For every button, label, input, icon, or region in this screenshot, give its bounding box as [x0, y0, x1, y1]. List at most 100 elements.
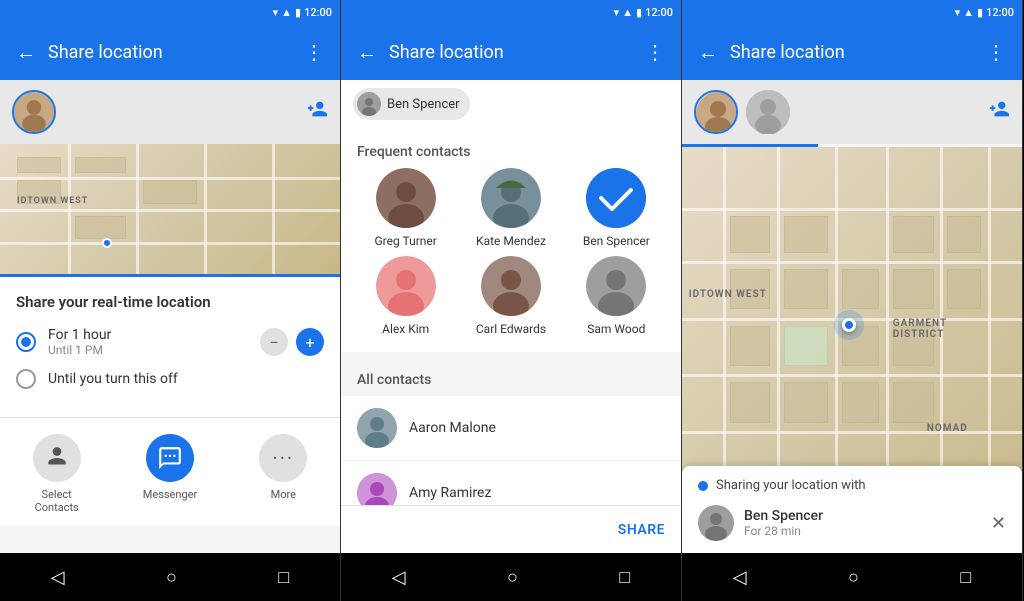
- status-time-2: 12:00: [645, 6, 673, 19]
- messenger-app[interactable]: Messenger: [113, 426, 226, 522]
- contacts-scroll[interactable]: Frequent contacts Greg Turner: [341, 128, 681, 505]
- stepper-minus[interactable]: −: [260, 328, 288, 356]
- battery-icon: ▮: [295, 6, 301, 19]
- ben-spencer-chip[interactable]: Ben Spencer: [353, 88, 470, 120]
- nav-recent-2[interactable]: □: [619, 567, 630, 588]
- contact-sam-wood[interactable]: Sam Wood: [568, 256, 665, 336]
- sharing-person-sub: For 28 min: [744, 524, 981, 538]
- ben-avatar-selected: [586, 168, 646, 228]
- contact-alex-kim[interactable]: Alex Kim: [357, 256, 454, 336]
- wifi-icon-3: ▾: [955, 6, 961, 19]
- bottom-nav-3: ◁ ○ □: [682, 553, 1022, 601]
- share-apps: SelectContacts Messenger ··· More: [0, 418, 340, 526]
- panel1-content: IDTOWN WEST Share your real-time locatio…: [0, 80, 340, 553]
- user-avatar-3: [694, 90, 738, 134]
- page-title-2: Share location: [389, 42, 633, 63]
- chip-label: Ben Spencer: [387, 97, 460, 112]
- sharing-title: Sharing your location with: [716, 478, 1006, 493]
- back-button-1[interactable]: ←: [16, 40, 36, 65]
- nav-back-2[interactable]: ◁: [392, 567, 406, 588]
- stepper-plus[interactable]: +: [296, 328, 324, 356]
- contact-ben-spencer[interactable]: Ben Spencer: [568, 168, 665, 248]
- status-icons-2: ▾ ▲ ▮ 12:00: [614, 6, 673, 19]
- frequent-header: Frequent contacts: [341, 128, 681, 168]
- carl-avatar: [481, 256, 541, 316]
- sharing-person-name: Ben Spencer: [744, 508, 981, 524]
- more-label: More: [271, 488, 296, 501]
- map-area-1: IDTOWN WEST: [0, 144, 340, 274]
- nav-home-1[interactable]: ○: [166, 567, 177, 588]
- battery-icon-3: ▮: [977, 6, 983, 19]
- greg-name: Greg Turner: [375, 234, 437, 248]
- nav-back-3[interactable]: ◁: [733, 567, 747, 588]
- contact-aaron[interactable]: Aaron Malone: [341, 396, 681, 461]
- share-button[interactable]: SHARE: [618, 522, 665, 538]
- status-bar-3: ▾ ▲ ▮ 12:00: [682, 0, 1022, 24]
- panel-2: ▾ ▲ ▮ 12:00 ← Share location ⋮ Ben Spenc…: [341, 0, 682, 601]
- nav-home-2[interactable]: ○: [507, 567, 518, 588]
- add-person-icon-3[interactable]: [988, 98, 1010, 126]
- amy-avatar: [357, 473, 397, 505]
- sharing-close-button[interactable]: ✕: [991, 513, 1006, 534]
- share-footer: SHARE: [341, 505, 681, 553]
- search-chip-row[interactable]: Ben Spencer: [341, 80, 681, 128]
- radio-selected: [16, 332, 36, 352]
- option-1-hour[interactable]: For 1 hour Until 1 PM − +: [16, 327, 324, 357]
- radio-empty: [16, 369, 36, 389]
- menu-button-1[interactable]: ⋮: [304, 40, 324, 64]
- contact-amy[interactable]: Amy Ramirez: [341, 461, 681, 505]
- alex-name: Alex Kim: [382, 322, 429, 336]
- signal-icon: ▲: [281, 6, 292, 19]
- share-title: Share your real-time location: [16, 293, 324, 311]
- option-1-label: For 1 hour Until 1 PM: [48, 327, 248, 357]
- status-time: 12:00: [304, 6, 332, 19]
- panel-1: ▾ ▲ ▮ 12:00 ← Share location ⋮: [0, 0, 341, 601]
- all-contacts-header: All contacts: [341, 360, 681, 396]
- add-person-icon-1[interactable]: [306, 98, 328, 126]
- share-section: Share your real-time location For 1 hour…: [0, 277, 340, 417]
- map-label-idtown: IDTOWN WEST: [689, 289, 767, 300]
- sharing-person-avatar: [698, 505, 734, 541]
- amy-name: Amy Ramirez: [409, 485, 491, 501]
- all-contacts-section: All contacts Aaron Malone: [341, 352, 681, 505]
- contact-greg-turner[interactable]: Greg Turner: [357, 168, 454, 248]
- more-app[interactable]: ··· More: [227, 426, 340, 522]
- back-button-3[interactable]: ←: [698, 40, 718, 65]
- back-button-2[interactable]: ←: [357, 40, 377, 65]
- nav-home-3[interactable]: ○: [848, 567, 859, 588]
- select-contacts-app[interactable]: SelectContacts: [0, 426, 113, 522]
- contact-carl-edwards[interactable]: Carl Edwards: [462, 256, 559, 336]
- menu-button-3[interactable]: ⋮: [986, 40, 1006, 64]
- option-turn-off[interactable]: Until you turn this off: [16, 369, 324, 389]
- option-2-label: Until you turn this off: [48, 371, 324, 387]
- status-icons-3: ▾ ▲ ▮ 12:00: [955, 6, 1014, 19]
- option-1-sub: Until 1 PM: [48, 343, 248, 357]
- map-label-nomad: NOMAD: [927, 423, 968, 434]
- menu-button-2[interactable]: ⋮: [645, 40, 665, 64]
- status-bar-1: ▾ ▲ ▮ 12:00: [0, 0, 340, 24]
- sharing-card-header: Sharing your location with: [698, 478, 1006, 493]
- nav-recent-3[interactable]: □: [960, 567, 971, 588]
- chip-avatar: [357, 92, 381, 116]
- top-bar-3: ← Share location ⋮: [682, 24, 1022, 80]
- panel2-content: Ben Spencer Frequent contacts Greg T: [341, 80, 681, 553]
- contact-kate-mendez[interactable]: Kate Mendez: [462, 168, 559, 248]
- map-label-garment: GARMENTDISTRICT: [893, 318, 947, 340]
- sharing-person-info: Ben Spencer For 28 min: [744, 508, 981, 538]
- carl-name: Carl Edwards: [476, 322, 546, 336]
- kate-name: Kate Mendez: [476, 234, 546, 248]
- wifi-icon-2: ▾: [614, 6, 620, 19]
- nav-back-1[interactable]: ◁: [51, 567, 65, 588]
- wifi-icon: ▾: [273, 6, 279, 19]
- status-time-3: 12:00: [986, 6, 1014, 19]
- signal-icon-2: ▲: [622, 6, 633, 19]
- battery-icon-2: ▮: [636, 6, 642, 19]
- sharing-dot: [698, 481, 708, 491]
- option-1-main: For 1 hour: [48, 327, 248, 343]
- bottom-nav-2: ◁ ○ □: [341, 553, 681, 601]
- sharing-person-row: Ben Spencer For 28 min ✕: [698, 505, 1006, 541]
- sam-avatar: [586, 256, 646, 316]
- nav-recent-1[interactable]: □: [278, 567, 289, 588]
- option-2-main: Until you turn this off: [48, 371, 324, 387]
- user-avatar-1: [12, 90, 56, 134]
